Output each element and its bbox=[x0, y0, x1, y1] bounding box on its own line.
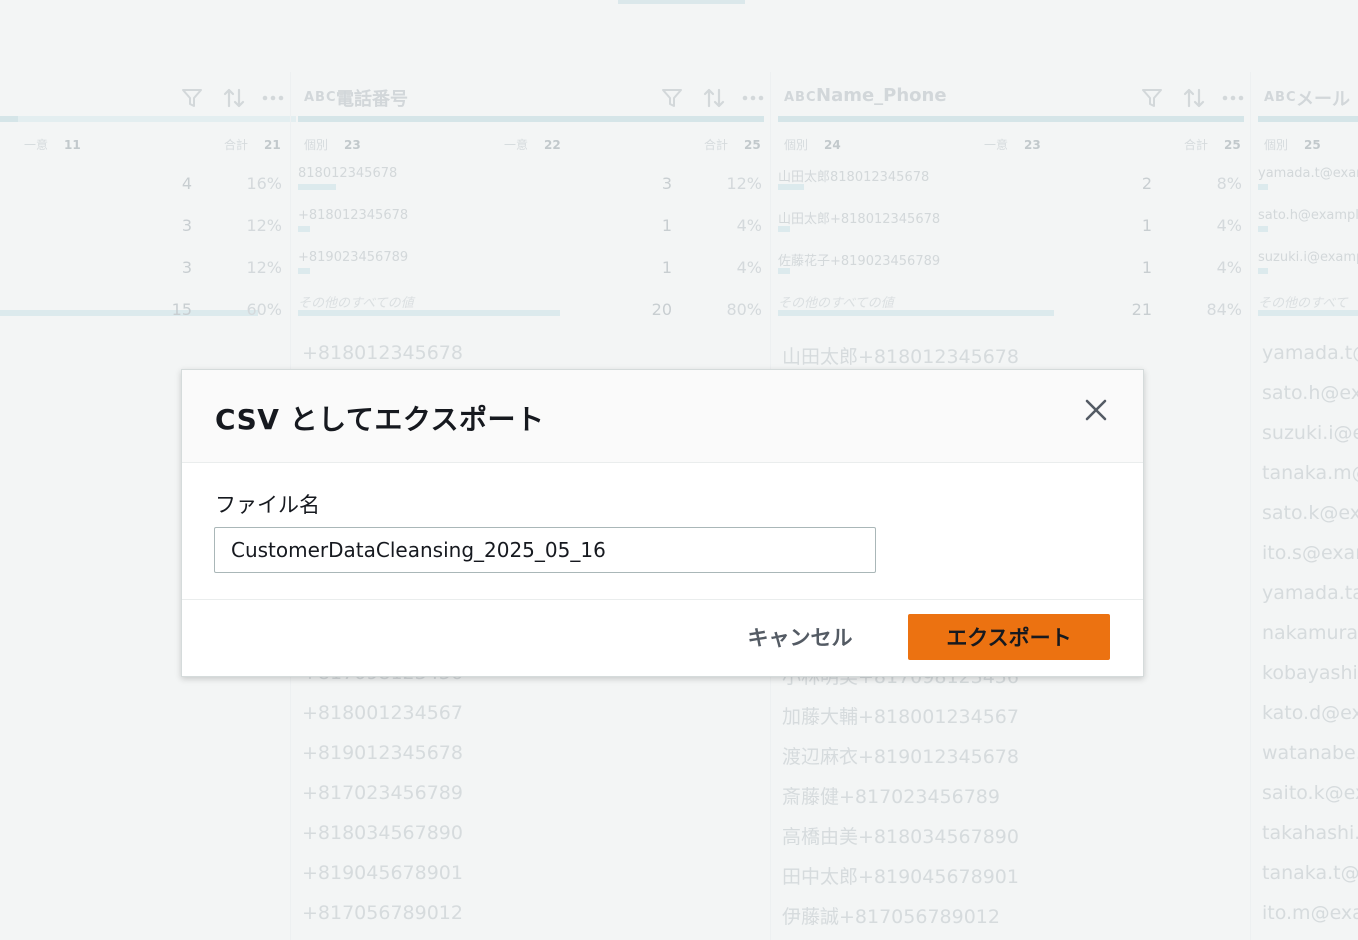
close-button[interactable] bbox=[1078, 392, 1114, 428]
dialog-header: CSV としてエクスポート bbox=[182, 370, 1143, 463]
cancel-button[interactable]: キャンセル bbox=[730, 614, 870, 660]
dialog-title: CSV としてエクスポート bbox=[215, 403, 545, 436]
export-csv-dialog: CSV としてエクスポート ファイル名 キャンセル エクスポート bbox=[181, 369, 1144, 677]
export-button[interactable]: エクスポート bbox=[908, 614, 1110, 660]
filename-input[interactable] bbox=[214, 527, 876, 573]
filename-label: ファイル名 bbox=[215, 493, 320, 517]
dialog-body: ファイル名 bbox=[182, 463, 1143, 599]
close-icon bbox=[1085, 399, 1107, 421]
dialog-footer: キャンセル エクスポート bbox=[182, 599, 1143, 677]
